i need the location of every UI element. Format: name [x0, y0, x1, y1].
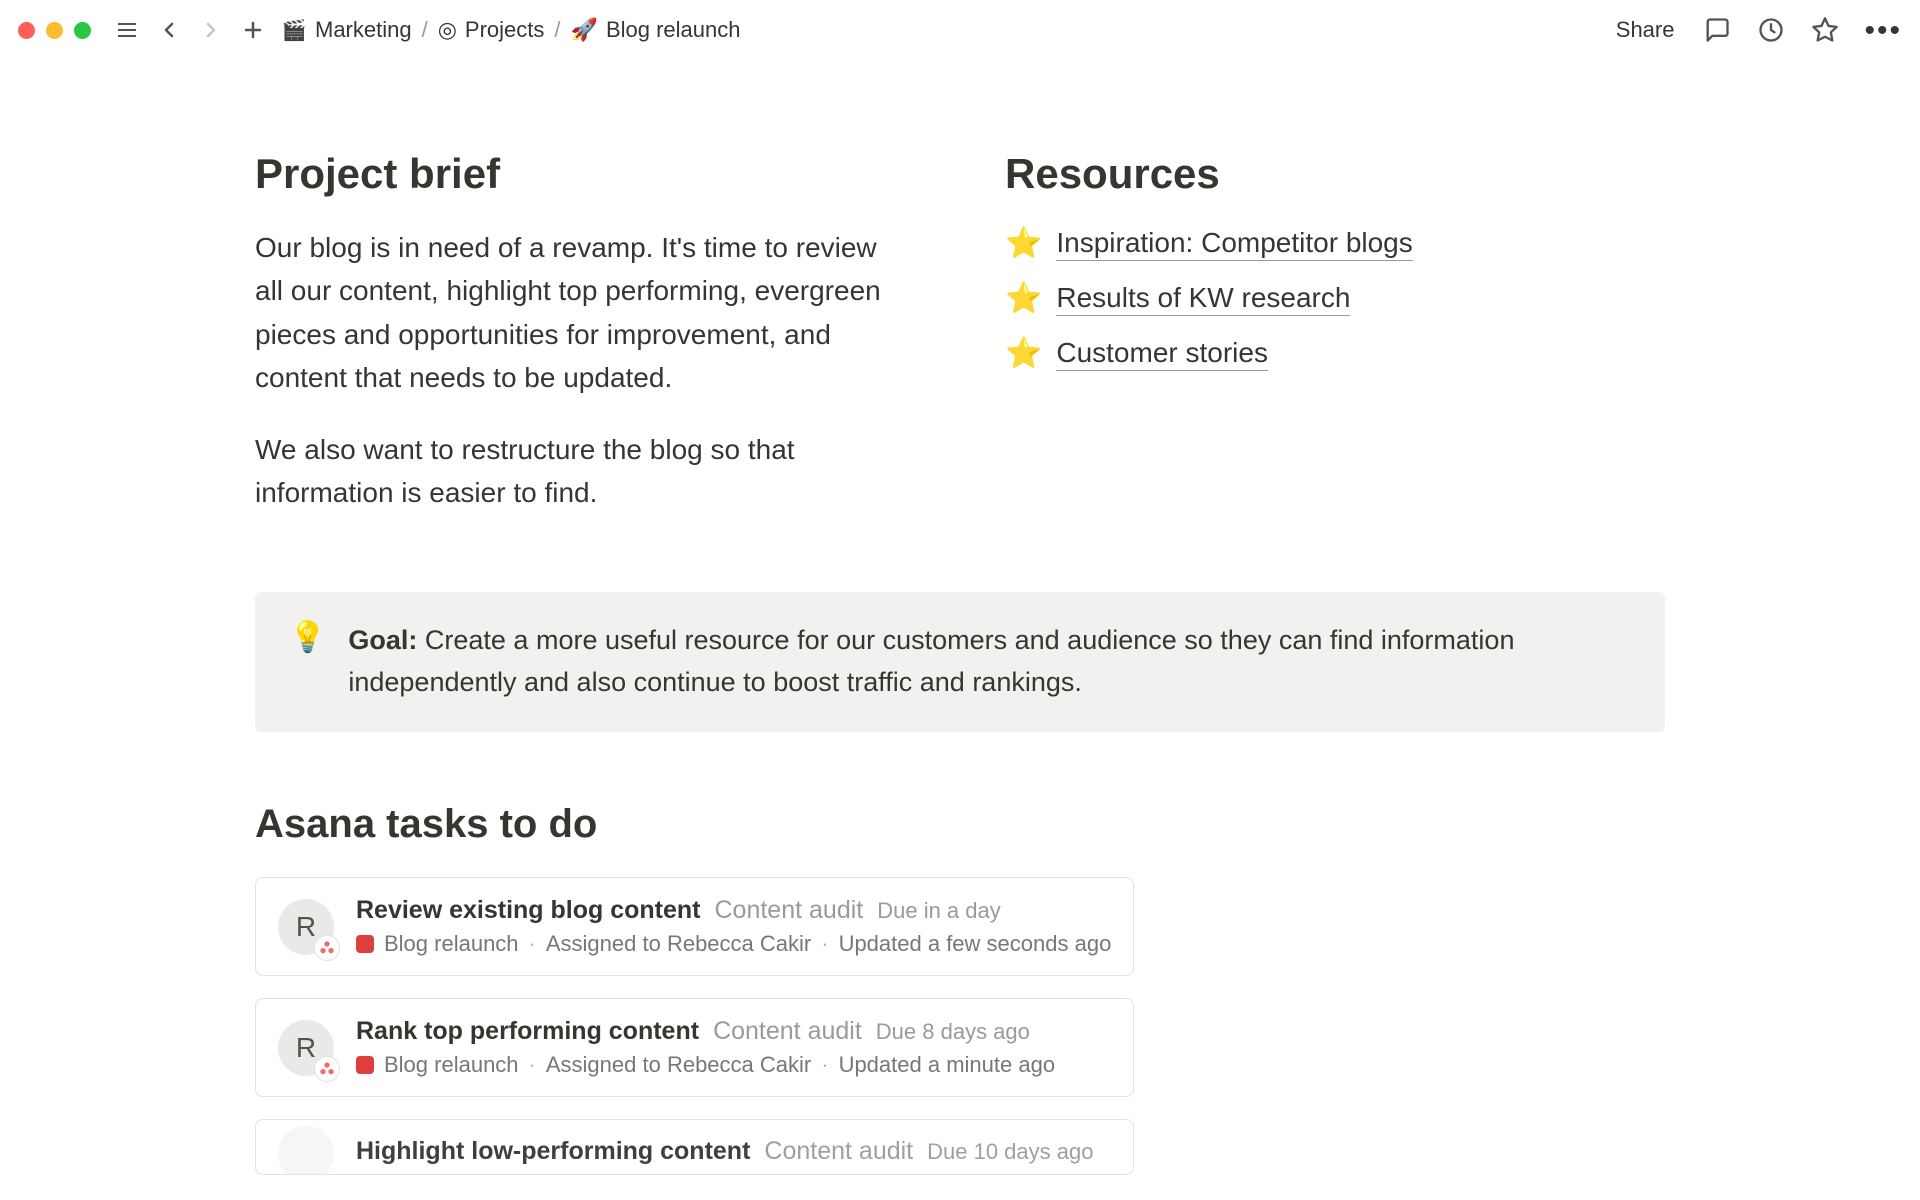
resource-link-kw-research[interactable]: ⭐ Results of KW research [1005, 281, 1665, 316]
resource-label: Inspiration: Competitor blogs [1056, 227, 1412, 261]
breadcrumb-item-current[interactable]: 🚀 Blog relaunch [571, 17, 741, 43]
lightbulb-icon: 💡 [289, 620, 326, 704]
task-due: Due in a day [877, 898, 1001, 924]
topbar: 🎬 Marketing / ◎ Projects / 🚀 Blog relaun… [0, 0, 1920, 60]
breadcrumb-label: Projects [465, 17, 544, 43]
close-window-button[interactable] [18, 22, 35, 39]
window-traffic-lights [18, 22, 91, 39]
section-title-tasks: Asana tasks to do [255, 802, 1134, 847]
task-updated: Updated a few seconds ago [839, 931, 1112, 957]
page-content: Project brief Our blog is in need of a r… [0, 60, 1920, 1197]
task-category: Content audit [715, 896, 864, 925]
breadcrumb-item-marketing[interactable]: 🎬 Marketing [281, 17, 412, 43]
breadcrumb-label: Blog relaunch [606, 17, 741, 43]
callout-label: Goal: [348, 625, 417, 655]
brief-paragraph[interactable]: We also want to restructure the blog so … [255, 428, 895, 515]
asana-badge-icon [314, 935, 340, 961]
section-title-resources: Resources [1005, 150, 1665, 198]
maximize-window-button[interactable] [74, 22, 91, 39]
breadcrumb-item-projects[interactable]: ◎ Projects [438, 17, 545, 43]
more-menu-button[interactable]: ••• [1864, 23, 1902, 38]
star-icon: ⭐ [1005, 226, 1042, 261]
resource-link-customer-stories[interactable]: ⭐ Customer stories [1005, 336, 1665, 371]
asana-tasks-section: Asana tasks to do R Review existing blog… [255, 802, 1134, 1197]
task-due: Due 10 days ago [927, 1139, 1093, 1165]
avatar-initial [278, 1126, 334, 1175]
task-assignee: Assigned to Rebecca Cakir [546, 931, 811, 957]
task-title: Review existing blog content [356, 896, 701, 925]
topbar-actions: Share ••• [1612, 15, 1902, 45]
asana-badge-icon [314, 1056, 340, 1082]
resources-section: Resources ⭐ Inspiration: Competitor blog… [1005, 150, 1665, 542]
task-updated: Updated a minute ago [839, 1052, 1056, 1078]
breadcrumb-separator: / [422, 17, 428, 43]
breadcrumb-separator: / [554, 17, 560, 43]
task-card[interactable]: R Rank top performing content Content au… [255, 998, 1134, 1097]
project-color-chip [356, 1056, 374, 1074]
task-assignee: Assigned to Rebecca Cakir [546, 1052, 811, 1078]
breadcrumb: 🎬 Marketing / ◎ Projects / 🚀 Blog relaun… [281, 17, 740, 43]
minimize-window-button[interactable] [46, 22, 63, 39]
resource-label: Results of KW research [1056, 282, 1350, 316]
rocket-icon: 🚀 [571, 19, 598, 41]
sidebar-toggle-button[interactable] [113, 16, 141, 44]
task-card[interactable]: Highlight low-performing content Content… [255, 1119, 1134, 1175]
target-icon: ◎ [438, 19, 457, 41]
nav-back-button[interactable] [155, 16, 183, 44]
favorite-icon[interactable] [1810, 15, 1840, 45]
task-due: Due 8 days ago [876, 1019, 1030, 1045]
task-title: Highlight low-performing content [356, 1137, 750, 1166]
task-avatar [278, 1126, 334, 1175]
nav-forward-button[interactable] [197, 16, 225, 44]
task-project: Blog relaunch [384, 931, 519, 957]
resource-link-inspiration[interactable]: ⭐ Inspiration: Competitor blogs [1005, 226, 1665, 261]
task-project: Blog relaunch [384, 1052, 519, 1078]
task-card[interactable]: R Review existing blog content Content a… [255, 877, 1134, 976]
resource-label: Customer stories [1056, 337, 1268, 371]
star-icon: ⭐ [1005, 336, 1042, 371]
project-color-chip [356, 935, 374, 953]
callout-text: Create a more useful resource for our cu… [348, 625, 1514, 697]
task-category: Content audit [764, 1137, 913, 1166]
task-avatar: R [278, 899, 334, 955]
new-page-button[interactable] [239, 16, 267, 44]
page-icon: 🎬 [281, 17, 307, 43]
task-avatar: R [278, 1020, 334, 1076]
brief-paragraph[interactable]: Our blog is in need of a revamp. It's ti… [255, 226, 895, 400]
goal-callout[interactable]: 💡 Goal: Create a more useful resource fo… [255, 592, 1665, 732]
section-title-brief: Project brief [255, 150, 895, 198]
breadcrumb-label: Marketing [315, 17, 412, 43]
star-icon: ⭐ [1005, 281, 1042, 316]
updates-icon[interactable] [1756, 15, 1786, 45]
project-brief-section: Project brief Our blog is in need of a r… [255, 150, 895, 542]
share-button[interactable]: Share [1612, 17, 1679, 43]
task-title: Rank top performing content [356, 1017, 699, 1046]
task-category: Content audit [713, 1017, 862, 1046]
comments-icon[interactable] [1702, 15, 1732, 45]
